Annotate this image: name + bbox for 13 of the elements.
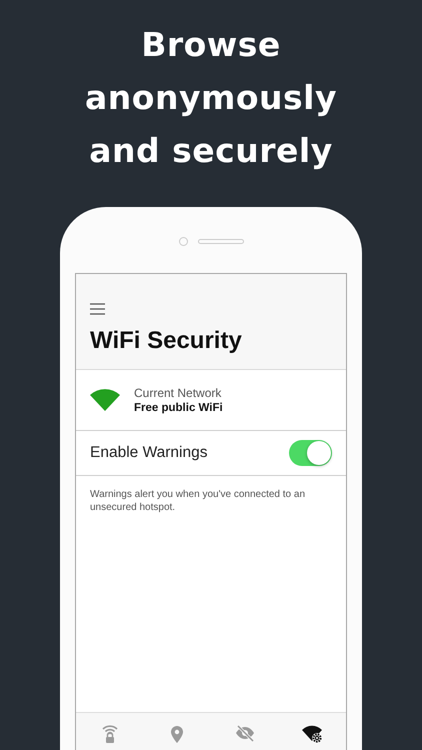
description-text: Warnings alert you when you've connected to an unsecured hotspot. <box>90 489 305 513</box>
menu-icon[interactable] <box>90 303 105 315</box>
headline: Browse <box>141 24 281 66</box>
network-label: Current Network <box>134 386 222 400</box>
headline: anonymously <box>85 77 337 119</box>
network-name: Free public WiFi <box>134 402 223 414</box>
toggle-label: Enable Warnings <box>90 444 208 462</box>
speaker-icon <box>198 238 244 244</box>
page-title: WiFi Security <box>90 327 243 355</box>
wifi-icon <box>90 388 120 412</box>
headline: and securely <box>89 130 333 172</box>
camera-icon <box>178 236 188 246</box>
warnings-toggle[interactable] <box>289 440 332 466</box>
